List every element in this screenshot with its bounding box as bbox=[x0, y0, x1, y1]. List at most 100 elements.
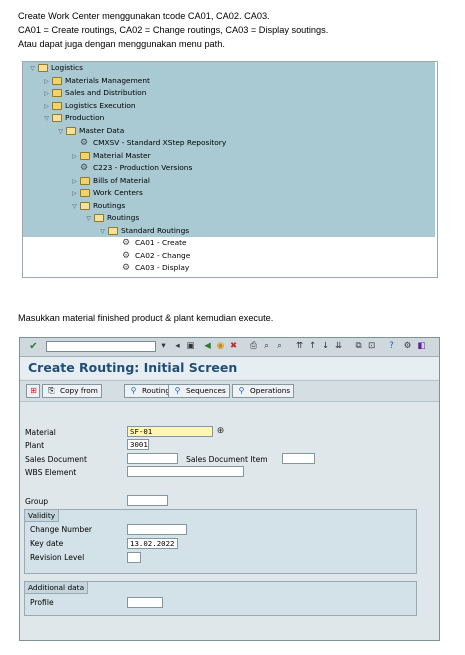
folder-open-icon bbox=[108, 226, 118, 235]
find-next-icon[interactable]: ⌕ bbox=[274, 341, 285, 352]
command-field[interactable] bbox=[46, 341, 156, 352]
sales-document-item-input[interactable] bbox=[282, 453, 315, 464]
tree-node[interactable]: ▷ Bills of Material bbox=[23, 174, 435, 187]
tree-node-label: Sales and Distribution bbox=[65, 88, 147, 97]
find-icon[interactable]: ⌕ bbox=[261, 341, 272, 352]
tree-node[interactable]: ▽ Logistics bbox=[23, 62, 435, 75]
previous-page-icon[interactable]: ↑ bbox=[307, 341, 318, 352]
wbs-element-label: WBS Element bbox=[25, 468, 77, 477]
tree-node[interactable]: ▽ Routings bbox=[23, 199, 435, 212]
print-icon[interactable]: ⎙ bbox=[248, 341, 259, 352]
sequences-button[interactable]: ⚲ Sequences bbox=[168, 384, 230, 398]
hierarchy-icon: ⊞ bbox=[30, 386, 37, 395]
tree-node[interactable]: ⚙ CA02 - Change bbox=[23, 250, 435, 263]
collapse-icon[interactable]: ▽ bbox=[99, 228, 106, 235]
operations-icon: ⚲ bbox=[238, 386, 245, 395]
tree-node-label: Master Data bbox=[79, 125, 125, 135]
back-history-icon[interactable]: ◂ bbox=[172, 341, 183, 352]
tree-node-label: Routings bbox=[107, 213, 140, 222]
collapse-icon[interactable]: ▽ bbox=[85, 215, 92, 222]
group-label: Group bbox=[25, 497, 49, 506]
copy-from-button[interactable]: ⎘ Copy from bbox=[42, 384, 102, 398]
tree-node[interactable]: ▽ Standard Routings bbox=[23, 224, 435, 237]
transaction-icon: ⚙ bbox=[121, 263, 131, 273]
operations-button[interactable]: ⚲ Operations bbox=[232, 384, 295, 398]
exit-icon[interactable]: ◉ bbox=[215, 341, 226, 352]
transaction-icon: ⚙ bbox=[121, 238, 131, 248]
tree-node[interactable]: ⚙ C223 - Production Versions bbox=[23, 162, 435, 175]
next-page-icon[interactable]: ↓ bbox=[320, 341, 331, 352]
folder-open-icon bbox=[94, 214, 104, 222]
copy-icon: ⎘ bbox=[48, 386, 55, 395]
tree-node[interactable]: ▷ Work Centers bbox=[23, 187, 435, 200]
hierarchy-button[interactable]: ⊞ bbox=[26, 384, 40, 398]
tree-node-label: Production bbox=[65, 113, 105, 122]
key-date-input[interactable]: 13.02.2022 bbox=[127, 538, 178, 549]
folder-icon bbox=[80, 176, 90, 185]
material-input[interactable]: SF-01 bbox=[127, 426, 213, 437]
collapse-icon[interactable]: ▽ bbox=[43, 115, 50, 122]
tree-node-label: Bills of Material bbox=[93, 175, 150, 185]
last-page-icon[interactable]: ⇊ bbox=[333, 341, 344, 352]
first-page-icon[interactable]: ⇈ bbox=[294, 341, 305, 352]
expand-icon[interactable]: ▷ bbox=[71, 190, 78, 197]
intro-line-1: Create Work Center menggunakan tcode CA0… bbox=[18, 11, 270, 21]
enter-check-icon[interactable]: ✔ bbox=[28, 341, 39, 352]
expand-icon[interactable]: ▷ bbox=[43, 103, 50, 110]
expand-icon[interactable]: ▷ bbox=[71, 153, 78, 160]
change-number-input[interactable] bbox=[127, 524, 187, 535]
additional-data-title: Additional data bbox=[25, 582, 89, 594]
tree-node-label: Logistics Execution bbox=[65, 100, 136, 110]
group-input[interactable] bbox=[127, 495, 168, 506]
key-date-label: Key date bbox=[30, 539, 64, 548]
sales-document-item-label: Sales Document Item bbox=[186, 455, 268, 464]
help-icon[interactable]: ? bbox=[386, 341, 397, 352]
tree-node[interactable]: ▽ Master Data bbox=[23, 124, 435, 137]
layout-menu-icon[interactable]: ⚙ bbox=[402, 341, 413, 352]
tree-node[interactable]: ▽ Routings bbox=[23, 212, 435, 225]
revision-level-label: Revision Level bbox=[30, 553, 85, 562]
expand-icon[interactable]: ▷ bbox=[43, 90, 50, 97]
operations-label: Operations bbox=[250, 386, 291, 395]
tree-node[interactable]: ▷ Logistics Execution bbox=[23, 99, 435, 112]
tree-node[interactable]: ⚙ CA01 - Create bbox=[23, 237, 435, 250]
wbs-element-input[interactable] bbox=[127, 466, 244, 477]
plant-label: Plant bbox=[25, 441, 45, 450]
tree-node-label: C223 - Production Versions bbox=[93, 163, 193, 172]
transaction-icon: ⚙ bbox=[79, 163, 89, 173]
shortcut-icon[interactable]: ⊡ bbox=[366, 341, 377, 352]
screen-title: Create Routing: Initial Screen bbox=[28, 360, 238, 375]
tree-node[interactable]: ⚙ CMXSV - Standard XStep Repository bbox=[23, 137, 435, 150]
instruction-text: Masukkan material finished product & pla… bbox=[18, 313, 274, 323]
revision-level-input[interactable] bbox=[127, 552, 141, 563]
cancel-icon[interactable]: ✖ bbox=[228, 341, 239, 352]
back-icon[interactable]: ◀ bbox=[202, 341, 213, 352]
customize-icon[interactable]: ◧ bbox=[416, 341, 427, 352]
tree-node[interactable]: ▽ Production bbox=[23, 112, 435, 125]
collapse-icon[interactable]: ▽ bbox=[29, 65, 36, 72]
plant-input[interactable]: 3001 bbox=[127, 439, 149, 450]
match-code-icon[interactable]: ⊕ bbox=[215, 426, 226, 437]
tree-node[interactable]: ▷ Material Master bbox=[23, 149, 435, 162]
expand-icon[interactable]: ▷ bbox=[43, 78, 50, 85]
sales-document-input[interactable] bbox=[127, 453, 178, 464]
expand-icon[interactable]: ▷ bbox=[71, 178, 78, 185]
validity-group: Validity Change Number Key date 13.02.20… bbox=[24, 509, 417, 574]
new-session-icon[interactable]: ⧉ bbox=[353, 341, 364, 352]
collapse-icon[interactable]: ▽ bbox=[71, 203, 78, 210]
tree-node[interactable]: ▷ Sales and Distribution bbox=[23, 87, 435, 100]
validity-title: Validity bbox=[25, 510, 60, 522]
folder-icon bbox=[52, 76, 62, 85]
tree-node-label: CMXSV - Standard XStep Repository bbox=[93, 138, 227, 147]
intro-line-2: CA01 = Create routings, CA02 = Change ro… bbox=[18, 25, 329, 35]
profile-input[interactable] bbox=[127, 597, 163, 608]
folder-open-icon bbox=[80, 201, 90, 210]
collapse-icon[interactable]: ▽ bbox=[57, 128, 64, 135]
tree-node[interactable]: ⚙ CA03 - Display bbox=[23, 262, 435, 275]
folder-icon bbox=[80, 151, 90, 160]
tree-node[interactable]: ▷ Materials Management bbox=[23, 74, 435, 87]
command-dropdown-icon[interactable]: ▾ bbox=[158, 341, 169, 352]
application-toolbar: ⊞ ⎘ Copy from ⚲ Routings ⚲ Sequences ⚲ O… bbox=[20, 380, 439, 402]
change-number-label: Change Number bbox=[30, 525, 92, 534]
save-icon[interactable]: ▣ bbox=[185, 341, 196, 352]
